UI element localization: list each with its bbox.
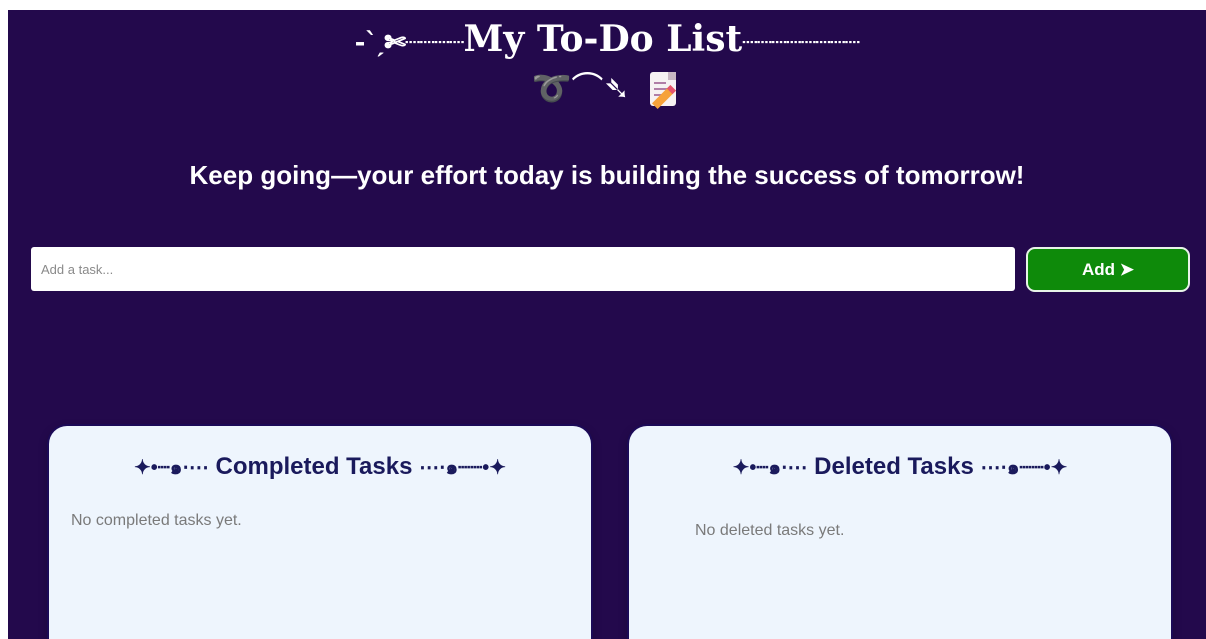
task-input[interactable]: [31, 247, 1015, 291]
heading-ornament-right: ⋯⋅๑┈┈•✦: [980, 457, 1068, 479]
memo-icon: [648, 70, 682, 110]
motivation-text: Keep going—your effort today is building…: [189, 160, 1025, 190]
add-task-button[interactable]: Add ➤: [1026, 247, 1190, 292]
title-suffix-decoration: ┈┈┈┈┈┈┈┈: [742, 28, 860, 58]
title-prefix-decoration: -ˋˏ✄┈┈┈┈: [354, 28, 465, 58]
completed-tasks-title: Completed Tasks: [215, 453, 413, 480]
todo-app: -ˋˏ✄┈┈┈┈My To-Do List┈┈┈┈┈┈┈┈ ➰⌒➴ Keep g…: [8, 10, 1206, 639]
heading-ornament-left: ✦•┈๑⋅⋯: [732, 457, 808, 479]
completed-empty-message: No completed tasks yet.: [71, 512, 242, 529]
heading-ornament-left: ✦•┈๑⋅⋯: [133, 457, 209, 479]
completed-tasks-panel: ✦•┈๑⋅⋯ Completed Tasks ⋯⋅๑┈┈•✦ No comple…: [49, 426, 591, 639]
deleted-empty-message: No deleted tasks yet.: [695, 522, 845, 539]
deleted-tasks-panel: ✦•┈๑⋅⋯ Deleted Tasks ⋯⋅๑┈┈•✦ No deleted …: [629, 426, 1171, 639]
completed-tasks-heading: ✦•┈๑⋅⋯ Completed Tasks ⋯⋅๑┈┈•✦: [49, 452, 591, 483]
page-title: -ˋˏ✄┈┈┈┈My To-Do List┈┈┈┈┈┈┈┈: [8, 14, 1206, 68]
deleted-tasks-title: Deleted Tasks: [814, 453, 974, 480]
heading-ornament-right: ⋯⋅๑┈┈•✦: [419, 457, 507, 479]
title-text: My To-Do List: [463, 18, 743, 60]
title-decoration-row: ➰⌒➴: [8, 66, 1206, 110]
deleted-tasks-heading: ✦•┈๑⋅⋯ Deleted Tasks ⋯⋅๑┈┈•✦: [629, 452, 1171, 483]
swirl-arrow-decoration: ➰⌒➴: [531, 69, 631, 107]
